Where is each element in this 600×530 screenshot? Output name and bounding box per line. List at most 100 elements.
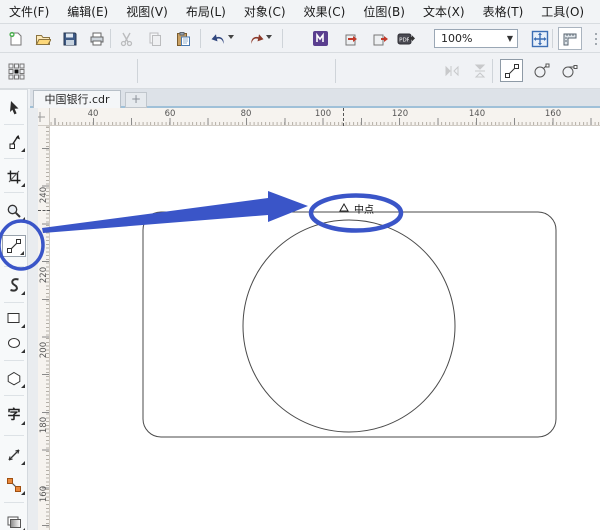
workspace-gap	[28, 108, 38, 530]
zoom-level-combo[interactable]: 100% ▼	[434, 29, 518, 48]
vruler-label: 180	[39, 416, 49, 434]
shape-tool[interactable]	[2, 131, 26, 153]
fullscreen-preview-button[interactable]	[528, 27, 552, 50]
print-button[interactable]	[85, 27, 109, 50]
import-icon	[344, 31, 361, 47]
print-icon	[89, 31, 105, 47]
artistic-media-tool-icon	[7, 277, 22, 293]
menu-window[interactable]: 窗口(W)	[593, 0, 600, 23]
menu-file[interactable]: 文件(F)	[0, 0, 58, 23]
new-document-button[interactable]	[4, 27, 28, 50]
fullscreen-preview-icon	[531, 30, 549, 48]
object-origin-grid-icon[interactable]	[8, 63, 25, 80]
standard-toolbar: PDF 100% ▼	[0, 24, 600, 53]
vruler-label: 160	[39, 485, 49, 503]
publish-pdf-icon: PDF	[397, 31, 416, 47]
paste-clipboard-icon	[175, 31, 191, 47]
connector-tool-icon	[6, 477, 22, 493]
horizontal-ruler[interactable]: 40 60 80 100 120 140 160	[50, 108, 600, 126]
publish-pdf-button[interactable]: PDF	[394, 27, 418, 50]
menu-bar: 文件(F) 编辑(E) 视图(V) 布局(L) 对象(C) 效果(C) 位图(B…	[0, 0, 600, 24]
redo-dropdown-arrow[interactable]	[266, 35, 272, 39]
rulers-corner-icon	[562, 31, 578, 47]
hruler-label: 120	[391, 109, 409, 119]
application-launcher-button[interactable]	[308, 27, 332, 50]
dimension-tool[interactable]	[2, 444, 26, 466]
menu-edit[interactable]: 编辑(E)	[58, 0, 117, 23]
zoom-dropdown-arrow[interactable]: ▼	[503, 34, 517, 43]
propbar-separator	[335, 59, 336, 83]
toolbar-separator	[110, 29, 111, 48]
cursor-x-indicator	[343, 108, 344, 126]
crop-tool-icon	[6, 169, 22, 185]
export-button[interactable]	[368, 27, 392, 50]
menu-tools[interactable]: 工具(O)	[532, 0, 593, 23]
ellipse-tool[interactable]	[2, 332, 26, 354]
save-button[interactable]	[58, 27, 82, 50]
menu-bitmaps[interactable]: 位图(B)	[354, 0, 414, 23]
export-icon	[372, 31, 389, 47]
rectangle-tool[interactable]	[2, 307, 26, 329]
polygon-tool[interactable]	[2, 367, 26, 389]
cut-button[interactable]	[115, 27, 139, 50]
toolbar-separator	[552, 29, 553, 48]
open-folder-icon	[35, 31, 51, 47]
two-point-line-mode-button[interactable]	[500, 59, 523, 82]
menu-effects[interactable]: 效果(C)	[295, 0, 355, 23]
cut-scissors-icon	[119, 31, 135, 47]
hruler-label: 80	[240, 109, 252, 119]
copy-icon	[147, 31, 163, 47]
zoom-tool[interactable]	[2, 200, 26, 222]
tangential-line-mode-button[interactable]	[558, 59, 581, 82]
connector-tool[interactable]	[2, 474, 26, 496]
save-icon	[62, 31, 78, 47]
undo-dropdown-arrow[interactable]	[228, 35, 234, 39]
menu-view[interactable]: 视图(V)	[117, 0, 177, 23]
undo-button[interactable]	[206, 27, 230, 50]
undo-icon	[210, 31, 227, 47]
interactive-fill-tool-icon	[6, 515, 22, 529]
two-point-line-tool-icon	[6, 238, 22, 254]
open-button[interactable]	[31, 27, 55, 50]
document-tab-active[interactable]: 中国银行.cdr	[33, 90, 121, 108]
mirror-vertical-button[interactable]	[468, 59, 491, 82]
cursor-y-indicator	[38, 210, 50, 211]
vruler-label: 200	[39, 341, 49, 359]
toolbox: 字	[0, 89, 28, 530]
two-point-line-tool[interactable]	[2, 235, 26, 257]
redo-button[interactable]	[244, 27, 268, 50]
copy-button[interactable]	[143, 27, 167, 50]
pick-tool[interactable]	[2, 97, 26, 119]
polygon-tool-icon	[6, 371, 22, 386]
vruler-label: 240	[39, 186, 49, 204]
mirror-horizontal-button[interactable]	[440, 59, 463, 82]
menu-object[interactable]: 对象(C)	[235, 0, 295, 23]
redo-icon	[248, 31, 265, 47]
new-tab-button[interactable]: +	[125, 92, 147, 108]
hruler-label: 100	[314, 109, 332, 119]
vertical-ruler[interactable]: 240 220 200 180 160	[38, 126, 50, 530]
interactive-fill-tool[interactable]	[2, 511, 26, 530]
toolbar-separator	[200, 29, 201, 48]
text-tool[interactable]: 字	[2, 404, 26, 426]
pdf-text: PDF	[399, 37, 410, 43]
paste-button[interactable]	[171, 27, 195, 50]
hruler-label: 160	[544, 109, 562, 119]
crop-tool[interactable]	[2, 166, 26, 188]
property-bar: X: 105.0 mm Y: 148.5 mm .0 mm .0 mm 100.…	[0, 53, 600, 140]
artistic-media-tool[interactable]	[2, 274, 26, 296]
application-launcher-icon	[312, 30, 329, 47]
show-rulers-button[interactable]	[558, 27, 582, 50]
drawing-canvas[interactable]	[50, 126, 600, 530]
ellipse-tool-icon	[6, 336, 22, 350]
document-tab-bar: 中国银行.cdr +	[30, 89, 600, 108]
menu-table[interactable]: 表格(T)	[474, 0, 533, 23]
perpendicular-line-mode-button[interactable]	[530, 59, 553, 82]
menu-layout[interactable]: 布局(L)	[177, 0, 235, 23]
hruler-label: 40	[87, 109, 99, 119]
menu-text[interactable]: 文本(X)	[414, 0, 474, 23]
hruler-label: 140	[468, 109, 486, 119]
import-button[interactable]	[340, 27, 364, 50]
snap-settings-button[interactable]	[589, 27, 600, 50]
rectangle-tool-icon	[6, 311, 22, 325]
